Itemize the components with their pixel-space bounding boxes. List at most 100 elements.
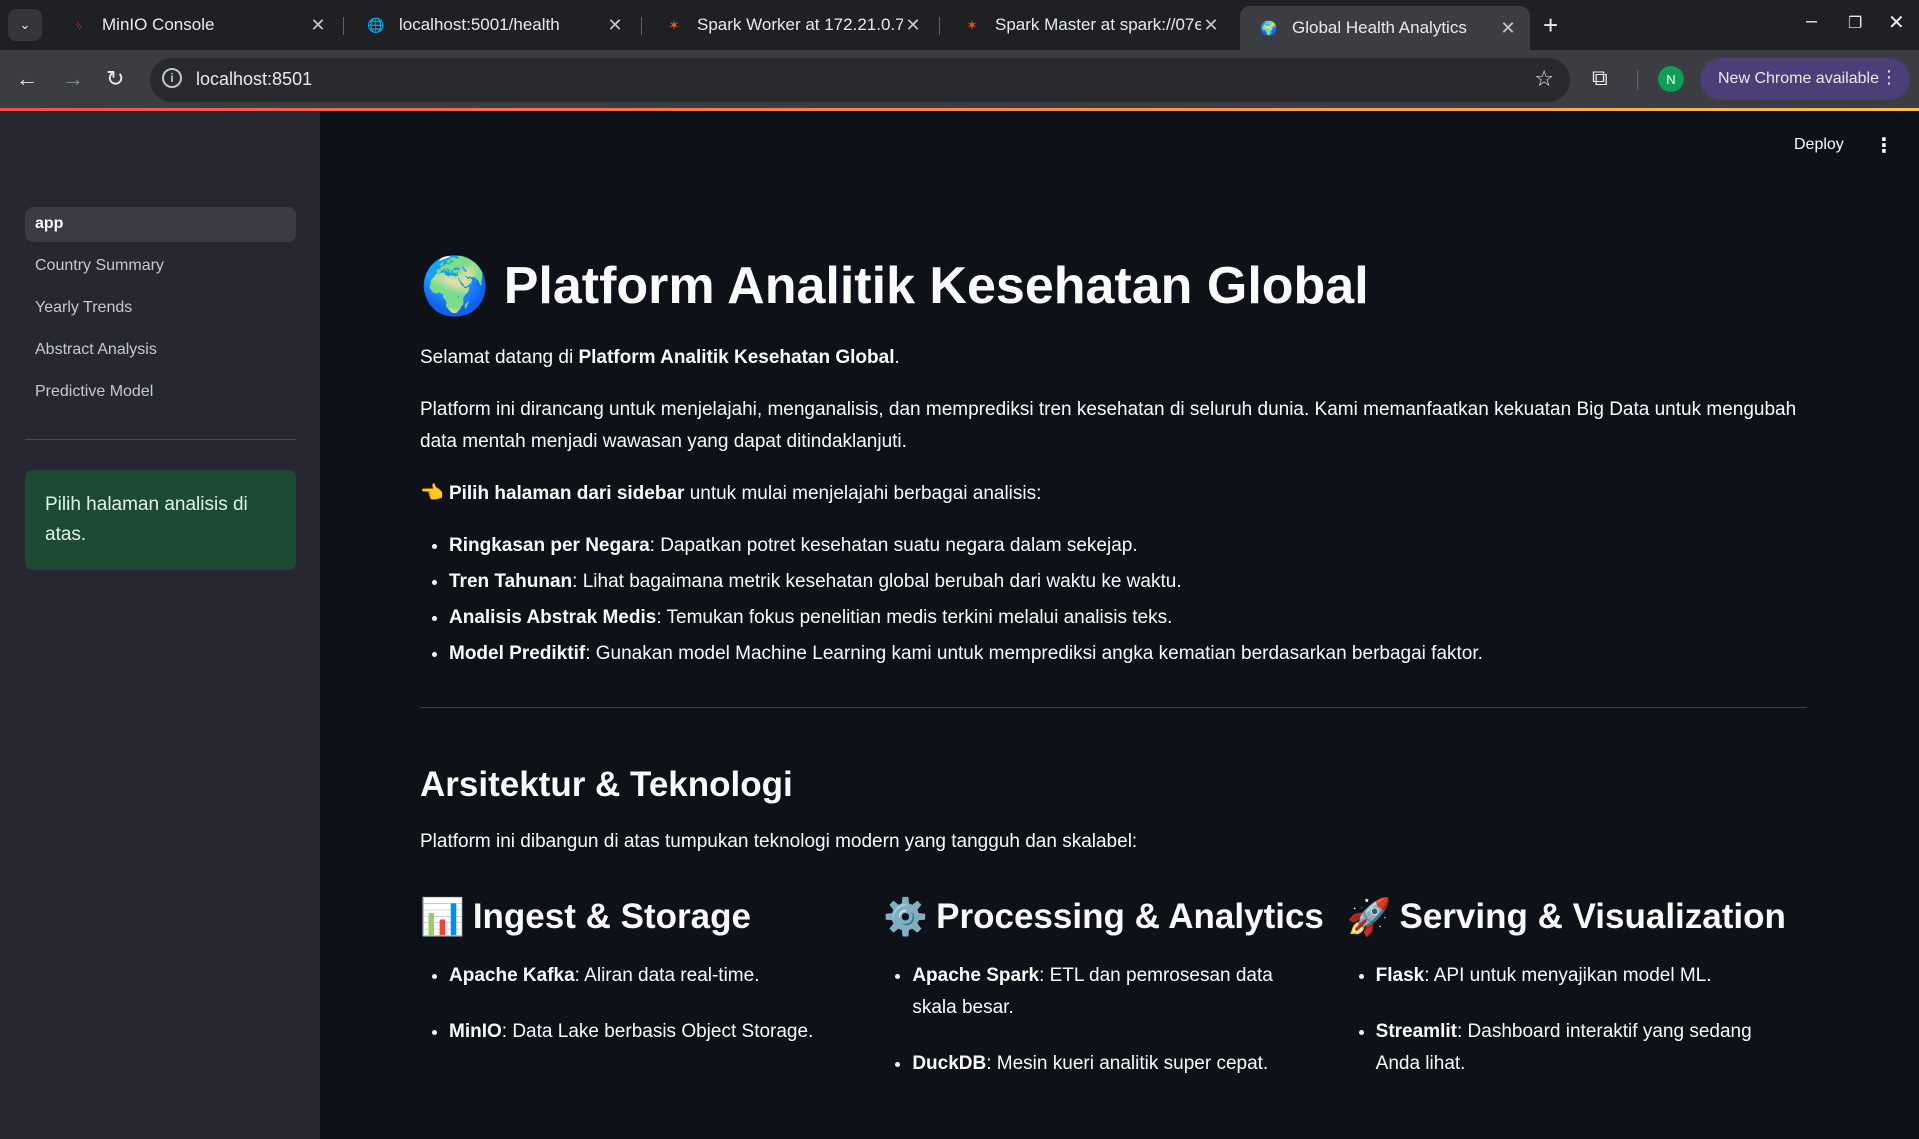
tab-separator <box>939 17 940 35</box>
page-title-text: Platform Analitik Kesehatan Global <box>503 257 1369 315</box>
main-menu-kebab-icon[interactable]: ⋮ <box>1874 133 1894 158</box>
column-title: Processing & Analytics <box>936 897 1324 936</box>
sidebar-item-abstract-analysis[interactable]: Abstract Analysis <box>25 333 296 368</box>
tech-name: Apache Kafka <box>449 965 575 986</box>
earth-globe-icon: 🌍 <box>420 254 490 317</box>
feature-name: Tren Tahunan <box>449 571 573 592</box>
site-info-icon[interactable]: i <box>162 68 182 88</box>
feature-desc: : Gunakan model Machine Learning kami un… <box>585 643 1483 664</box>
tab-title: MinIO Console <box>102 15 215 34</box>
close-icon[interactable]: ✕ <box>308 15 328 36</box>
welcome-suffix: . <box>894 347 900 368</box>
list-item: Analisis Abstrak Medis: Temukan fokus pe… <box>449 600 1810 636</box>
restore-icon[interactable]: ❐ <box>1848 13 1862 33</box>
back-arrow-icon[interactable]: ← <box>16 66 38 92</box>
architecture-intro: Platform ini dibangun di atas tumpukan t… <box>420 831 1138 852</box>
rocket-icon: 🚀 <box>1346 896 1392 937</box>
sidebar: app Country Summary Yearly Trends Abstra… <box>0 111 320 1139</box>
extensions-puzzle-icon[interactable]: ⧉ <box>1592 65 1608 91</box>
window-close-icon[interactable]: ✕ <box>1888 10 1905 35</box>
sidebar-item-predictive-model[interactable]: Predictive Model <box>25 375 296 410</box>
pick-page-hint: 👈 Pilih halaman dari sidebar untuk mulai… <box>420 478 1810 510</box>
toolbar-separator <box>1637 70 1638 90</box>
tab-separator <box>343 17 344 35</box>
feature-desc: : Lihat bagaimana metrik kesehatan globa… <box>572 571 1182 592</box>
tab-title: Spark Master at spark://07e <box>995 15 1201 34</box>
sidebar-item-country-summary[interactable]: Country Summary <box>25 249 296 284</box>
earth-icon: 🌍 <box>1260 19 1278 36</box>
tech-name: Apache Spark <box>912 965 1040 986</box>
column-heading: 🚀 Serving & Visualization <box>1347 892 1810 942</box>
pointing-hand-icon: 👈 <box>420 483 444 504</box>
tab-search-chevron-icon[interactable]: ⌄ <box>8 9 42 41</box>
new-chrome-available-button[interactable]: New Chrome available ⋮ <box>1700 58 1910 100</box>
tech-name: DuckDB <box>912 1053 987 1074</box>
tab-separator <box>641 17 642 35</box>
tech-desc: : Data Lake berbasis Object Storage. <box>501 1021 814 1042</box>
sidebar-nav: app Country Summary Yearly Trends Abstra… <box>25 207 296 417</box>
address-url[interactable]: localhost:8501 <box>196 69 312 90</box>
list-item: Apache Kafka: Aliran data real-time. <box>449 960 883 992</box>
update-label: New Chrome available <box>1718 70 1879 87</box>
list-item: Tren Tahunan: Lihat bagaimana metrik kes… <box>449 564 1810 600</box>
tech-desc: : Aliran data real-time. <box>574 965 760 986</box>
feature-name: Ringkasan per Negara <box>449 535 650 556</box>
list-item: DuckDB: Mesin kueri analitik super cepat… <box>912 1048 1346 1080</box>
feature-name: Model Prediktif <box>449 643 586 664</box>
list-item: Flask: API untuk menyajikan model ML. <box>1376 960 1810 992</box>
intro-paragraph: Platform ini dirancang untuk menjelajahi… <box>420 399 1797 452</box>
browser-tab-health[interactable]: 🌐 localhost:5001/health ✕ <box>347 6 637 44</box>
close-icon[interactable]: ✕ <box>1498 18 1518 39</box>
feature-list: Ringkasan per Negara: Dapatkan potret ke… <box>420 528 1810 672</box>
browser-tab-global-health[interactable]: 🌍 Global Health Analytics ✕ <box>1240 6 1530 50</box>
tech-list: Apache Kafka: Aliran data real-time. Min… <box>420 960 883 1048</box>
column-title: Ingest & Storage <box>472 897 751 936</box>
tech-column-serving: 🚀Serving & Visualization Flask: API untu… <box>1347 892 1810 1104</box>
kebab-menu-icon[interactable]: ⋮ <box>1880 67 1898 88</box>
main-content: 🌍 Platform Analitik Kesehatan Global Sel… <box>420 250 1810 1104</box>
pick-rest: untuk mulai menjelajahi berbagai analisi… <box>684 483 1042 504</box>
architecture-heading: Arsitektur & Teknologi <box>420 765 793 804</box>
list-item: Model Prediktif: Gunakan model Machine L… <box>449 636 1810 672</box>
minimize-icon[interactable]: – <box>1806 10 1817 33</box>
reload-icon[interactable]: ↻ <box>106 66 124 92</box>
browser-tab-minio[interactable]: ᛃ MinIO Console ✕ <box>50 6 340 44</box>
tech-column-processing: ⚙️Processing & Analytics Apache Spark: E… <box>883 892 1346 1104</box>
new-tab-plus-icon[interactable]: + <box>1543 10 1558 41</box>
list-item: Ringkasan per Negara: Dapatkan potret ke… <box>449 528 1810 564</box>
bookmark-star-icon[interactable]: ☆ <box>1534 66 1554 92</box>
spark-icon: ✶ <box>966 16 978 33</box>
deploy-button[interactable]: Deploy <box>1794 136 1844 154</box>
column-heading: ⚙️ Processing & Analytics <box>883 892 1346 942</box>
globe-icon: 🌐 <box>367 16 385 33</box>
welcome-bold: Platform Analitik Kesehatan Global <box>578 347 895 368</box>
column-heading: 📊 Ingest & Storage <box>420 892 883 942</box>
sidebar-item-app[interactable]: app <box>25 207 296 242</box>
tab-title: Global Health Analytics <box>1292 18 1467 37</box>
spark-icon: ✶ <box>668 16 680 33</box>
welcome-prefix: Selamat datang di <box>420 347 579 368</box>
list-item: Apache Spark: ETL dan pemrosesan data sk… <box>912 960 1346 1024</box>
sidebar-item-yearly-trends[interactable]: Yearly Trends <box>25 291 296 326</box>
sidebar-divider <box>25 439 296 440</box>
bar-chart-icon: 📊 <box>420 896 465 937</box>
browser-tab-spark-worker[interactable]: ✶ Spark Worker at 172.21.0.7: ✕ <box>645 6 935 44</box>
tech-name: MinIO <box>449 1021 502 1042</box>
tech-name: Flask <box>1375 965 1425 986</box>
browser-tab-spark-master[interactable]: ✶ Spark Master at spark://07e ✕ <box>943 6 1233 44</box>
column-title: Serving & Visualization <box>1399 897 1786 936</box>
close-icon[interactable]: ✕ <box>903 15 923 36</box>
tech-desc: : Mesin kueri analitik super cepat. <box>986 1053 1269 1074</box>
tab-title: Spark Worker at 172.21.0.7: <box>697 15 903 34</box>
list-item: MinIO: Data Lake berbasis Object Storage… <box>449 1016 883 1048</box>
forward-arrow-icon[interactable]: → <box>62 66 84 92</box>
tech-desc: : API untuk menyajikan model ML. <box>1424 965 1712 986</box>
address-bar[interactable]: i localhost:8501 ☆ <box>150 58 1570 102</box>
tech-name: Streamlit <box>1375 1021 1457 1042</box>
welcome-text: Selamat datang di Platform Analitik Kese… <box>420 342 1810 374</box>
browser-toolbar: ← → ↻ i localhost:8501 ☆ ⧉ N New Chrome … <box>0 50 1919 110</box>
profile-avatar[interactable]: N <box>1658 66 1684 92</box>
close-icon[interactable]: ✕ <box>605 15 625 36</box>
close-icon[interactable]: ✕ <box>1201 15 1221 36</box>
browser-tab-bar: ⌄ ᛃ MinIO Console ✕ 🌐 localhost:5001/hea… <box>0 0 1919 50</box>
